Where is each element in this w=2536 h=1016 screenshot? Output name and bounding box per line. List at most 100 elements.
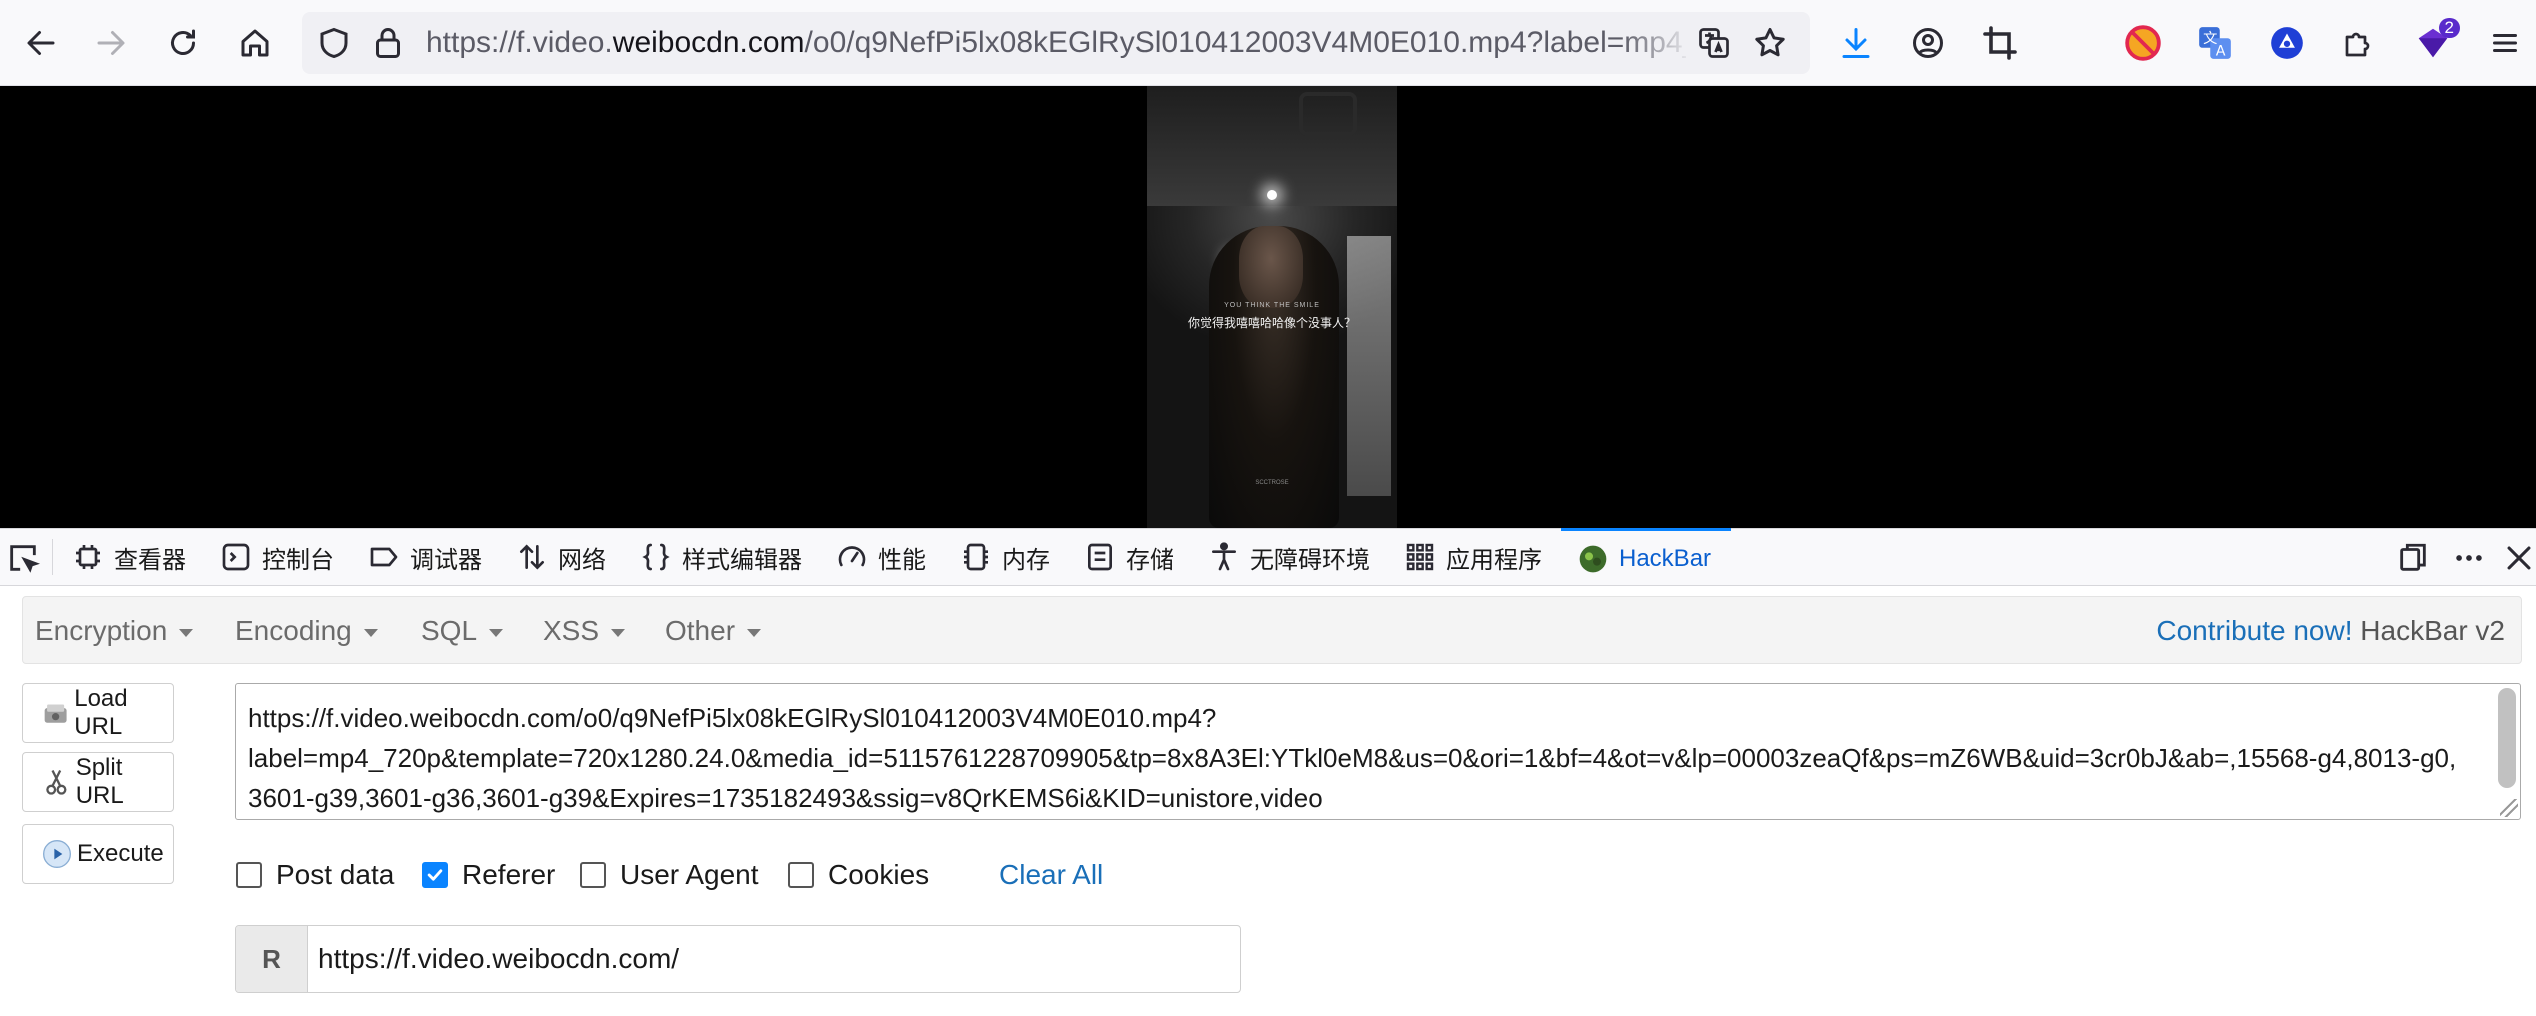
tab-accessibility[interactable]: 无障碍环境 [1208,529,1370,585]
blocked-extension-icon [2125,25,2161,61]
other-menu[interactable]: Other [665,597,761,665]
account-icon [1913,28,1943,58]
extension-blocker[interactable] [2122,22,2164,64]
devtools-tabbar: 查看器 控制台 调试器 网络 样式编辑器 性能 内存 存储 无障碍环境 应用程序… [0,528,2536,586]
hackbar-url-input[interactable]: https://f.video.weibocdn.com/o0/q9NefPi5… [235,683,2521,820]
account-button[interactable] [1907,22,1949,64]
cookies-checkbox[interactable]: Cookies [788,855,929,895]
referer-row: R https://f.video.weibocdn.com/ [235,925,1241,993]
checkbox-box[interactable] [236,862,262,888]
storage-icon [1088,543,1112,571]
encryption-menu[interactable]: Encryption [35,597,193,665]
checkbox-label: Cookies [828,859,930,890]
clear-all-link[interactable]: Clear All [999,855,1103,895]
encoding-menu[interactable]: Encoding [235,597,378,665]
screenshot-button[interactable] [1979,22,2021,64]
checkbox-box[interactable] [788,862,814,888]
translate-icon[interactable] [1696,25,1732,61]
tab-label: 应用程序 [1446,546,1542,574]
textarea-resize-handle[interactable] [2500,799,2518,817]
hackbar-version: HackBar v2 [2360,615,2505,646]
tab-storage[interactable]: 存储 [1084,529,1174,585]
menu-button[interactable] [2484,22,2526,64]
reload-icon [171,29,195,55]
load-url-button[interactable]: Load URL [22,683,174,743]
console-icon [222,543,250,571]
video-person-head [1239,226,1303,308]
execute-button[interactable]: Execute [22,824,174,884]
hamburger-icon [2493,34,2517,52]
home-icon [241,29,269,57]
close-icon[interactable] [2502,541,2536,575]
user-agent-checkbox[interactable]: User Agent [580,855,759,895]
forward-button[interactable] [84,16,138,70]
split-url-button[interactable]: Split URL [22,752,174,812]
extensions-button[interactable] [2338,22,2380,64]
home-button[interactable] [228,16,282,70]
hackbar-menubar: Encryption Encoding SQL XSS Other Contri… [22,596,2522,664]
tab-label: 内存 [1002,546,1050,574]
translator-icon: 文A [2199,27,2231,60]
tab-style-editor[interactable]: 样式编辑器 [640,529,802,585]
extension-hackbar-toolbar[interactable]: 2 [2412,18,2460,64]
extension-vpn[interactable] [2266,22,2308,64]
gauge-icon [838,546,866,567]
contribute-link[interactable]: Contribute now! [2156,615,2352,646]
checkbox-box[interactable] [580,862,606,888]
execute-label: Execute [77,840,164,867]
referer-checkbox[interactable]: Referer [422,855,555,895]
star-icon[interactable] [1752,25,1788,61]
tab-label: 查看器 [114,546,186,574]
hackbar-logo-icon [1579,545,1607,572]
check-icon [427,869,443,881]
tab-label: 调试器 [410,546,482,574]
checkbox-label: Post data [276,859,395,890]
referer-input[interactable]: https://f.video.weibocdn.com/ [318,926,679,992]
tab-performance[interactable]: 性能 [836,529,926,585]
shield-icon[interactable] [316,25,352,61]
lock-icon[interactable] [370,25,406,61]
load-url-icon [44,704,67,723]
checkbox-box-checked[interactable] [422,862,448,888]
xss-menu[interactable]: XSS [543,597,625,665]
scissors-icon [46,769,67,795]
video-mirror-frame [1299,92,1357,136]
tab-label: 无障碍环境 [1250,546,1370,574]
checkbox-label: User Agent [620,859,759,890]
video-player[interactable]: YOU THINK THE SMILE 你觉得我嘻嘻哈哈像个没事人？ SCCTR… [1147,86,1397,528]
browser-toolbar: https://f.video.weibocdn.com/o0/q9NefPi5… [0,0,2536,86]
url-text[interactable]: https://f.video.weibocdn.com/o0/q9NefPi5… [426,12,1686,74]
video-ceiling [1147,86,1397,206]
textarea-scrollbar[interactable] [2498,688,2516,788]
reload-button[interactable] [156,16,210,70]
network-icon [520,544,544,570]
accessibility-icon [1212,542,1236,571]
tab-network[interactable]: 网络 [516,529,606,585]
url-domain: weibocdn.com [612,26,805,59]
tab-application[interactable]: 应用程序 [1404,529,1542,585]
puzzle-icon [2345,32,2370,57]
arrow-right-icon [97,31,125,55]
video-watermark: SCCTROSE [1255,480,1289,486]
braces-icon [642,543,670,571]
tab-inspector[interactable]: 查看器 [72,529,186,585]
element-picker-icon[interactable] [6,541,40,575]
tab-label: 网络 [558,546,606,574]
more-options-icon[interactable] [2452,541,2486,575]
url-input-text: https://f.video.weibocdn.com/o0/q9NefPi5… [248,703,2457,813]
tab-debugger[interactable]: 调试器 [368,529,482,585]
downloads-button[interactable] [1835,22,1877,64]
dock-side-icon[interactable] [2396,541,2430,575]
url-bar[interactable]: https://f.video.weibocdn.com/o0/q9NefPi5… [302,12,1810,74]
tab-memory[interactable]: 内存 [960,529,1050,585]
url-prefix: https://f.video. [426,26,613,59]
back-button[interactable] [14,16,68,70]
sql-menu[interactable]: SQL [421,597,503,665]
tab-console[interactable]: 控制台 [220,529,334,585]
referer-label: R [236,926,308,992]
post-data-checkbox[interactable]: Post data [236,855,394,895]
url-path: /o0/q9NefPi5lx08kEGlRySl010412003V4M0E01… [804,26,1686,59]
extension-translator[interactable]: 文A [2194,22,2236,64]
tab-hackbar[interactable]: HackBar [1561,528,1732,586]
extension-badge: 2 [2438,18,2460,38]
